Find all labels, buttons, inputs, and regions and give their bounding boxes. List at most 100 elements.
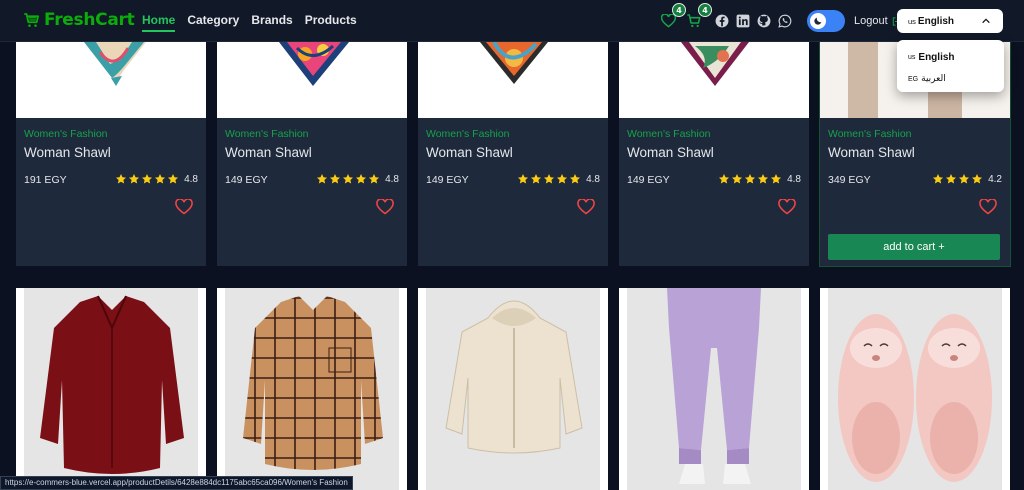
red-shirt-image: [40, 295, 184, 474]
brand-logo[interactable]: FreshCart: [22, 10, 135, 30]
star-icon: [116, 174, 127, 184]
product-rating: 4.8: [316, 173, 399, 185]
product-card[interactable]: [619, 288, 809, 490]
star-icon: [317, 174, 328, 184]
product-card[interactable]: Women's Fashion Woman Shawl 149 EGY 4.8: [217, 42, 407, 266]
product-card[interactable]: Women's Fashion Woman Shawl 149 EGY 4.8: [418, 42, 608, 266]
product-image[interactable]: [418, 42, 608, 118]
wishlist-heart-icon[interactable]: [175, 199, 193, 215]
facebook-icon: [715, 14, 729, 28]
product-title: Woman Shawl: [627, 145, 714, 160]
language-option-code: EG: [908, 75, 919, 83]
star-icon: [745, 174, 756, 184]
github-link[interactable]: [756, 13, 772, 29]
product-image[interactable]: [16, 42, 206, 118]
whatsapp-icon: [778, 14, 792, 28]
language-option-english[interactable]: us English: [897, 46, 1004, 68]
product-rating: 4.8: [517, 173, 600, 185]
dark-mode-toggle[interactable]: [807, 10, 845, 32]
product-rating: 4.2: [932, 173, 1002, 185]
star-icon: [570, 174, 581, 184]
star-icon: [142, 174, 153, 184]
star-icon: [356, 174, 367, 184]
logout-button[interactable]: Logout: [854, 15, 902, 27]
nav-products[interactable]: Products: [305, 13, 357, 32]
product-image[interactable]: [828, 288, 1002, 490]
rating-value: 4.8: [184, 173, 198, 185]
product-price: 191 EGY: [24, 174, 67, 186]
nav-brands[interactable]: Brands: [251, 13, 292, 32]
product-image[interactable]: [627, 288, 801, 490]
wishlist-button[interactable]: 4: [660, 3, 686, 29]
language-dropdown: us English EG العربية: [897, 40, 1004, 92]
star-icon: [531, 174, 542, 184]
wishlist-heart-icon[interactable]: [577, 199, 595, 215]
language-code: us: [908, 16, 916, 26]
language-option-label: العربية: [921, 74, 946, 84]
whatsapp-link[interactable]: [777, 13, 793, 29]
product-image[interactable]: [619, 42, 809, 118]
cart-logo-icon: [24, 13, 40, 27]
language-option-arabic[interactable]: EG العربية: [897, 68, 1004, 90]
wishlist-heart-icon[interactable]: [376, 199, 394, 215]
rating-value: 4.8: [586, 173, 600, 185]
wishlist-heart-icon[interactable]: [778, 199, 796, 215]
star-icon: [518, 174, 529, 184]
star-icon: [972, 174, 983, 184]
add-to-cart-button[interactable]: add to cart +: [828, 234, 1000, 260]
cart-count-badge: 4: [698, 3, 712, 17]
star-icon: [557, 174, 568, 184]
main-nav: Home Category Brands Products: [142, 13, 357, 32]
star-icon: [544, 174, 555, 184]
product-rating: 4.8: [115, 173, 198, 185]
linkedin-icon: [736, 14, 750, 28]
toggle-knob: [810, 13, 826, 29]
product-price: 149 EGY: [627, 174, 670, 186]
navbar: FreshCart Home Category Brands Products …: [0, 0, 1024, 42]
chevron-up-icon: [982, 18, 990, 24]
product-category: Women's Fashion: [627, 128, 711, 140]
product-card[interactable]: Women's Fashion Woman Shawl 149 EGY 4.8: [619, 42, 809, 266]
logout-label: Logout: [854, 15, 888, 27]
star-icon: [959, 174, 970, 184]
product-title: Woman Shawl: [225, 145, 312, 160]
product-image[interactable]: [225, 288, 399, 490]
shawl-image: [681, 42, 749, 86]
product-category: Women's Fashion: [828, 128, 912, 140]
slippers-image: [838, 314, 992, 482]
product-image[interactable]: [24, 288, 198, 490]
language-option-label: English: [918, 51, 955, 63]
product-image[interactable]: [426, 288, 600, 490]
star-icon: [168, 174, 179, 184]
plaid-shirt-image: [243, 296, 383, 470]
star-icon: [155, 174, 166, 184]
product-image[interactable]: [217, 42, 407, 118]
product-category: Women's Fashion: [426, 128, 510, 140]
rating-value: 4.8: [787, 173, 801, 185]
language-select[interactable]: us English: [897, 9, 1003, 33]
star-icon: [946, 174, 957, 184]
product-card[interactable]: [820, 288, 1010, 490]
nav-category[interactable]: Category: [187, 13, 239, 32]
cart-button[interactable]: 4: [686, 3, 712, 29]
product-card[interactable]: [16, 288, 206, 490]
joggers-image: [667, 288, 761, 484]
nav-actions: 4 4 Logout: [660, 3, 902, 34]
hoodie-image: [445, 300, 583, 454]
facebook-link[interactable]: [714, 13, 730, 29]
product-title: Woman Shawl: [24, 145, 111, 160]
star-icon: [719, 174, 730, 184]
product-card[interactable]: Women's Fashion Woman Shawl 191 EGY 4.8: [16, 42, 206, 266]
shawl-image: [84, 42, 146, 86]
link-preview-status-bar: https://e-commers-blue.vercel.app/produc…: [0, 476, 353, 490]
rating-value: 4.2: [988, 173, 1002, 185]
product-price: 149 EGY: [225, 174, 268, 186]
product-card[interactable]: [217, 288, 407, 490]
nav-home[interactable]: Home: [142, 13, 176, 32]
product-price: 349 EGY: [828, 174, 871, 186]
github-icon: [757, 14, 771, 28]
wishlist-heart-icon[interactable]: [979, 199, 997, 215]
wishlist-count-badge: 4: [672, 3, 686, 17]
linkedin-link[interactable]: [735, 13, 751, 29]
product-card[interactable]: [418, 288, 608, 490]
